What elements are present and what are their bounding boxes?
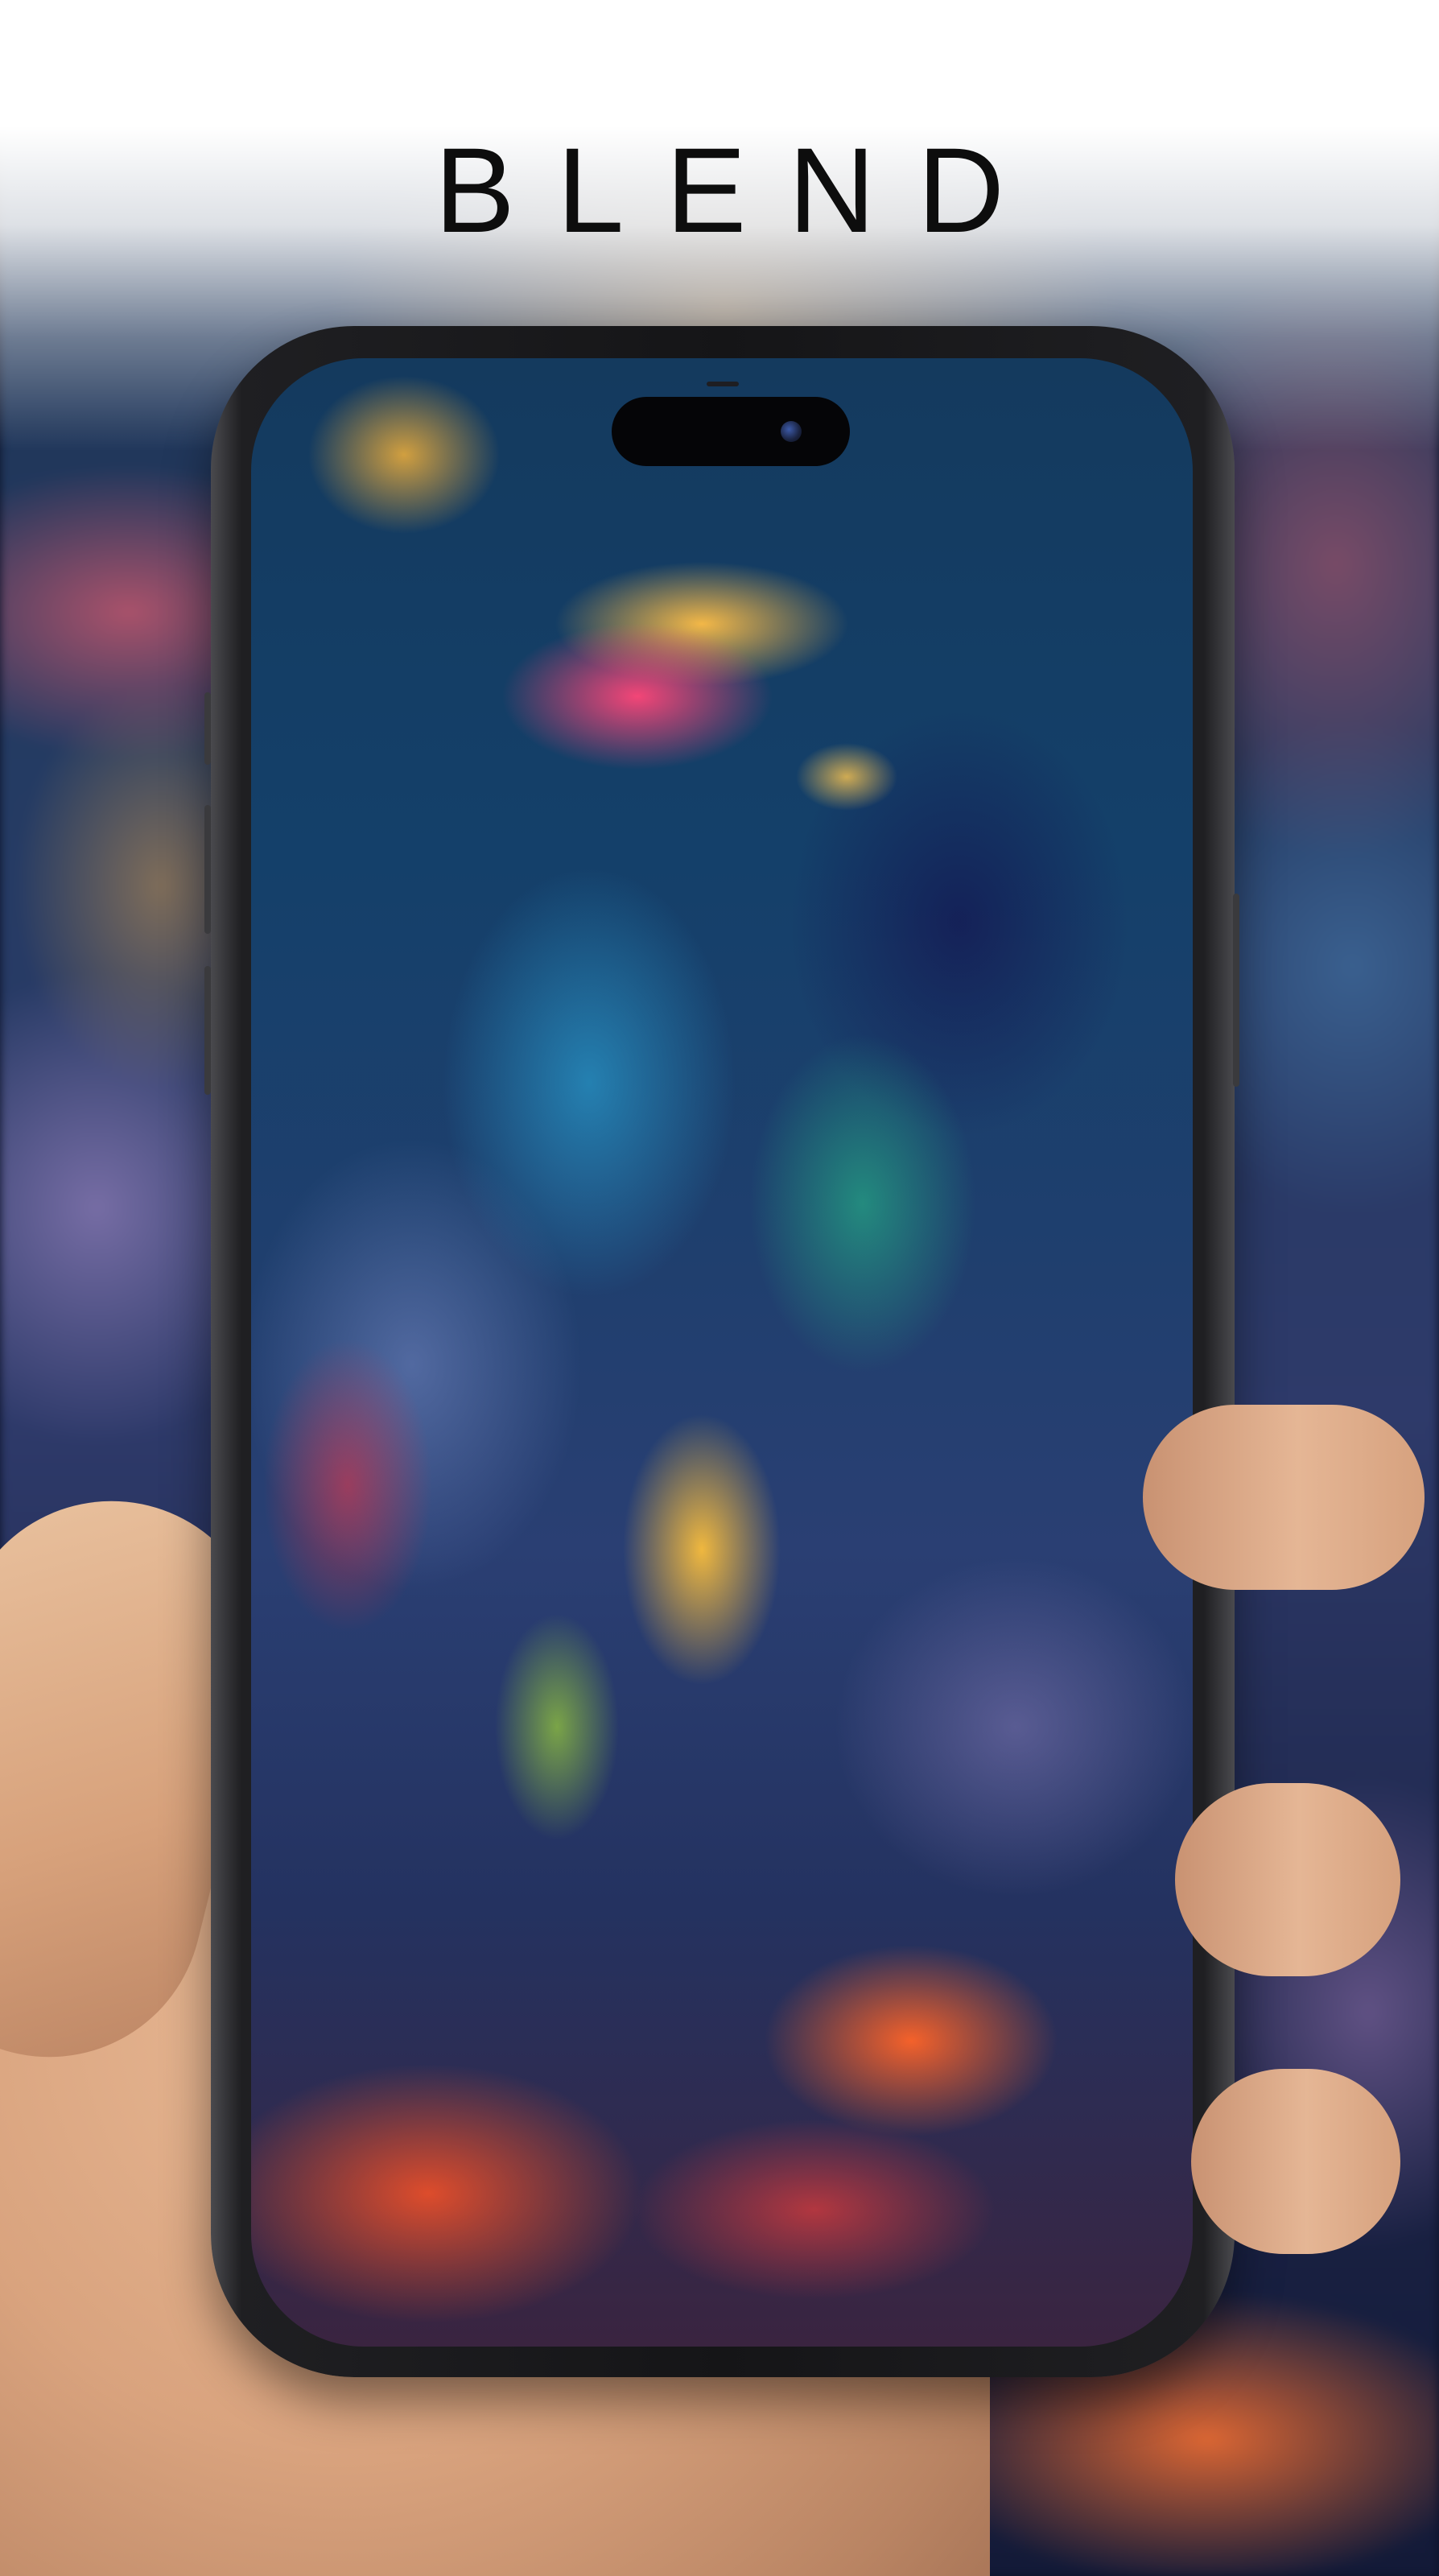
hand-finger-index (1143, 1405, 1425, 1590)
dynamic-island (612, 397, 850, 466)
hand-finger-ring (1191, 2069, 1400, 2254)
app-title: BLEND (434, 122, 1047, 258)
wallpaper-promo: BLEND (0, 0, 1439, 2576)
camera-lens-icon (781, 421, 802, 442)
phone-power-button (1233, 894, 1239, 1087)
phone-action-button (204, 692, 211, 765)
phone-screen-wallpaper (251, 358, 1193, 2347)
phone-volume-up-button (204, 805, 211, 934)
speaker-grille (707, 382, 739, 386)
hand-finger-middle (1175, 1783, 1400, 1976)
phone-volume-down-button (204, 966, 211, 1095)
